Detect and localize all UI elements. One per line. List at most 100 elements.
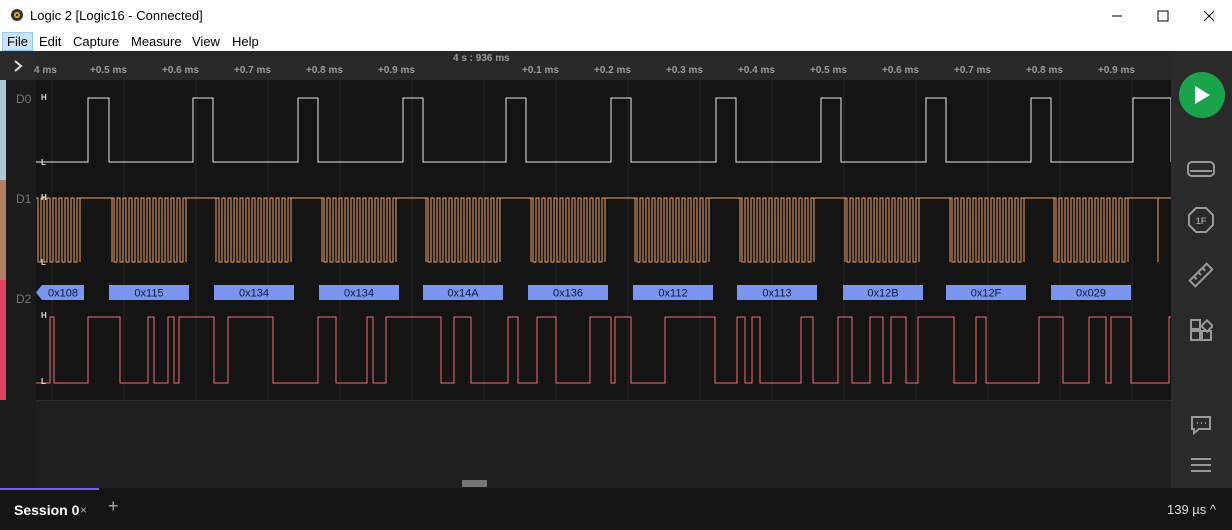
svg-text:1F: 1F [1196, 216, 1207, 226]
high-level-marker: H [41, 311, 47, 320]
analyzer-1f-icon: 1F [1188, 207, 1214, 233]
idle-high-segment [708, 197, 741, 262]
maximize-button[interactable] [1140, 0, 1186, 31]
low-level-marker: L [41, 258, 46, 267]
decoded-frame-value: 0x113 [762, 288, 791, 300]
decoded-frame-value: 0x12F [971, 288, 1002, 300]
feedback-button[interactable] [1185, 409, 1217, 441]
timeline-tick: +0.4 ms [738, 65, 775, 76]
signal-trace [36, 97, 1171, 163]
measure-ruler-icon [1188, 262, 1214, 288]
idle-high-segments [79, 197, 1159, 262]
idle-high-segment [1023, 197, 1055, 262]
waveform-d2: 0x108 0x115 0x134 0x134 0x14A 0x136 0x112 0x113… [36, 280, 1171, 400]
waveform-area[interactable]: H L [36, 80, 1171, 181]
low-level-marker: L [41, 377, 46, 386]
timeline-tick: +0.5 ms [90, 65, 127, 76]
decoded-frame-value: 0x14A [447, 288, 479, 300]
timeline-tick: +0.5 ms [810, 65, 847, 76]
channel-row-d0[interactable]: D0 H L [0, 80, 1171, 181]
analyzers-button[interactable]: 1F [1185, 204, 1217, 236]
idle-high-segment [813, 197, 846, 262]
channel-row-d1[interactable]: D1 H L [0, 180, 1171, 281]
close-session-icon[interactable]: × [80, 503, 87, 517]
idle-high-segment [79, 197, 113, 262]
horizontal-scroll-thumb[interactable] [462, 480, 487, 487]
chevron-right-icon [14, 59, 23, 72]
main-menu-button[interactable] [1185, 449, 1217, 481]
waveform-area[interactable]: 0x108 0x115 0x134 0x134 0x14A 0x136 0x112 0x113… [36, 280, 1171, 401]
device-settings-button[interactable] [1185, 153, 1217, 185]
timeline-tick: +0.2 ms [594, 65, 631, 76]
decoded-frame-value: 0x108 [48, 288, 78, 300]
title-bar: Logic 2 [Logic16 - Connected] [0, 0, 1232, 32]
decoded-frame-value: 0x134 [239, 288, 269, 300]
timeline-tick: +0.7 ms [234, 65, 271, 76]
high-level-marker: H [41, 193, 47, 202]
decoded-frame-value: 0x029 [1076, 288, 1106, 300]
timescale-readout[interactable]: 139 µs ^ [1167, 502, 1216, 517]
idle-high-segment [499, 197, 532, 262]
timeline-tick: +0.9 ms [378, 65, 415, 76]
expand-sidebar-button[interactable] [0, 51, 36, 80]
decoded-frame-value: 0x134 [344, 288, 374, 300]
timeline-tick: +0.1 ms [522, 65, 559, 76]
channel-row-d2[interactable]: D2 0x108 0x115 0x134 0x134 0x14A 0x136 0x112 0x… [0, 280, 1171, 401]
measurements-button[interactable] [1185, 259, 1217, 291]
signal-trace [36, 197, 1171, 263]
timeline-tick: +0.9 ms [1098, 65, 1135, 76]
waveform-d1 [36, 180, 1171, 280]
timeline-tick: +0.6 ms [882, 65, 919, 76]
channel-color-bar [0, 280, 6, 400]
idle-high-segment [185, 197, 217, 262]
menu-bar: File Edit Capture Measure View Help [0, 31, 1232, 51]
device-icon [1187, 161, 1215, 177]
channel-color-bar [0, 180, 6, 280]
idle-high-segment [395, 197, 427, 262]
channel-label: D1 [16, 192, 32, 206]
timeline-center-label: 4 s : 936 ms [453, 53, 510, 64]
timeline-tick: +0.8 ms [306, 65, 343, 76]
high-level-marker: H [41, 93, 47, 102]
timeline-tick: 4 ms [34, 65, 57, 76]
signal-trace [36, 316, 1171, 384]
timeline-ruler[interactable]: 4 s : 936 ms 4 ms +0.5 ms +0.6 ms +0.7 m… [34, 51, 1171, 80]
menu-capture[interactable]: Capture [69, 33, 123, 50]
right-sidebar: 1F [1171, 51, 1232, 488]
menu-file[interactable]: File [2, 32, 33, 51]
extensions-button[interactable] [1185, 314, 1217, 346]
timeline-tick: +0.6 ms [162, 65, 199, 76]
idle-high-segment [290, 197, 323, 262]
decoded-frame-value: 0x115 [134, 288, 163, 300]
extensions-icon [1190, 318, 1213, 341]
minimize-button[interactable] [1094, 0, 1140, 31]
menu-view[interactable]: View [188, 33, 224, 50]
decoded-frame-value: 0x136 [553, 288, 583, 300]
timeline-tick: +0.8 ms [1026, 65, 1063, 76]
waveform-d0 [36, 80, 1171, 180]
menu-measure[interactable]: Measure [127, 33, 186, 50]
channel-label: D2 [16, 292, 32, 306]
start-capture-button[interactable] [1179, 72, 1225, 118]
menu-edit[interactable]: Edit [35, 33, 65, 50]
channel-color-bar [0, 80, 6, 180]
play-icon [1195, 86, 1210, 104]
low-level-marker: L [41, 158, 46, 167]
close-icon [1203, 10, 1215, 21]
session-tab-label: Session 0 [14, 502, 80, 518]
tab-session-0[interactable]: Session 0 × [0, 488, 99, 530]
idle-high-segment [604, 197, 636, 262]
minimize-icon [1112, 15, 1122, 16]
decoded-frame-value: 0x12B [867, 288, 898, 300]
channel-label: D0 [16, 92, 32, 106]
menu-icon [1191, 458, 1211, 472]
session-bar: Session 0 × + 139 µs ^ [0, 488, 1232, 530]
timeline-tick: +0.7 ms [954, 65, 991, 76]
feedback-icon [1191, 416, 1211, 436]
waveform-area[interactable]: H L [36, 180, 1171, 281]
add-session-icon[interactable]: + [108, 496, 119, 517]
window-title: Logic 2 [Logic16 - Connected] [30, 8, 203, 23]
close-button[interactable] [1186, 0, 1232, 31]
maximize-icon [1157, 10, 1169, 21]
menu-help[interactable]: Help [228, 33, 263, 50]
